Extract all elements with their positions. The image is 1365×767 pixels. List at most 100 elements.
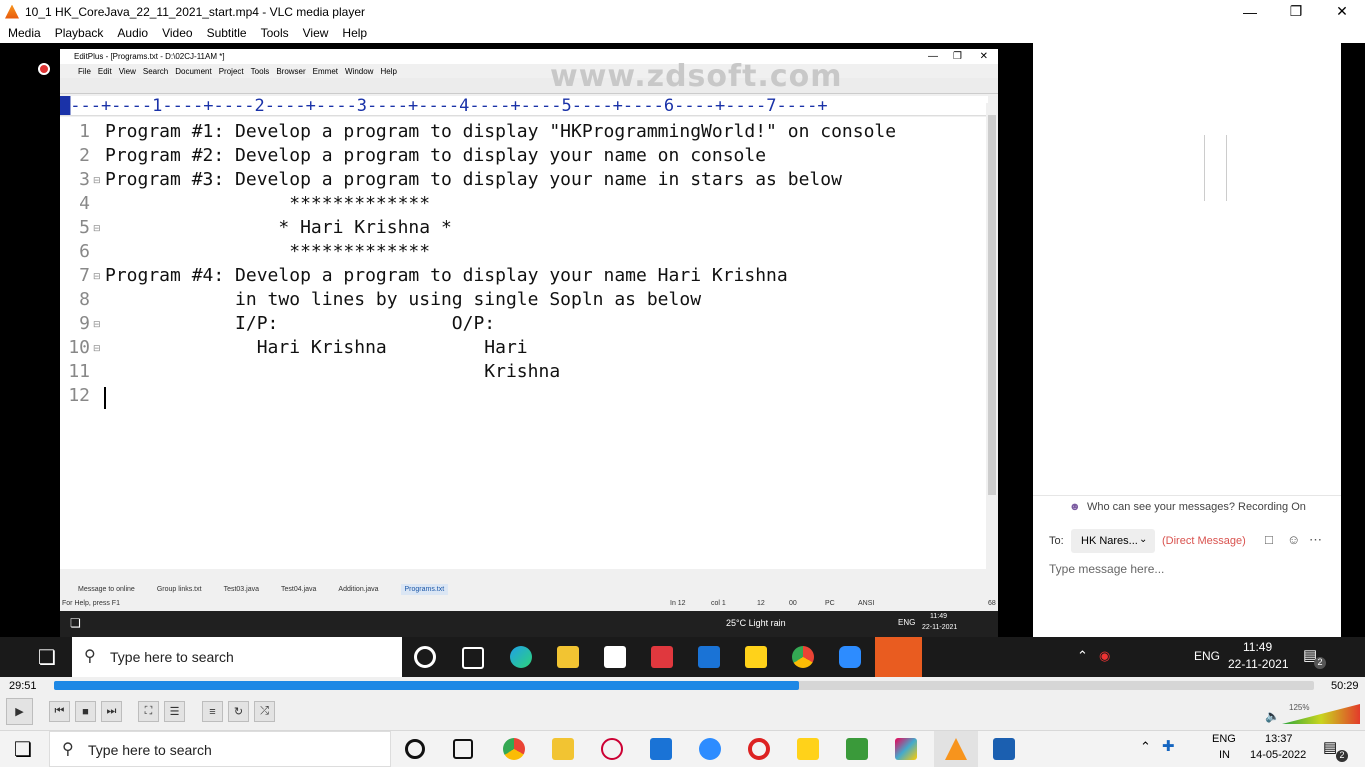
- fold-marker-icon[interactable]: ⊟: [93, 175, 101, 186]
- windows-start-icon[interactable]: ❏: [14, 737, 32, 762]
- text-editor[interactable]: 1 Program #1: Develop a program to displ…: [60, 117, 986, 572]
- document-tabs: Message to online Group links.txt Test03…: [60, 581, 998, 597]
- fold-marker-icon[interactable]: ⊟: [93, 319, 101, 330]
- tab-document[interactable]: Test04.java: [281, 586, 316, 593]
- menu-help[interactable]: Help: [342, 26, 367, 40]
- lang-region[interactable]: IN: [1219, 749, 1230, 761]
- windows-start-icon: ❏: [70, 616, 81, 630]
- menu-video[interactable]: Video: [162, 26, 192, 40]
- status-value: 68: [988, 600, 996, 607]
- chat-panel: ☻ Who can see your messages? Recording O…: [1033, 43, 1341, 637]
- fold-marker-icon[interactable]: ⊟: [93, 343, 101, 354]
- sticky-notes-icon[interactable]: [797, 738, 819, 760]
- chevron-down-icon: ⌄: [1139, 534, 1148, 545]
- ep-menu-window[interactable]: Window: [345, 67, 373, 76]
- recorder-icon[interactable]: [748, 738, 770, 760]
- editor-vertical-scrollbar[interactable]: [986, 103, 998, 573]
- app-icon[interactable]: [895, 738, 917, 760]
- line-number: 5: [79, 217, 90, 238]
- status-value: 12: [757, 600, 765, 607]
- fold-marker-icon[interactable]: ⊟: [93, 223, 101, 234]
- tab-document[interactable]: Message to online: [78, 586, 135, 593]
- ep-menu-search[interactable]: Search: [143, 67, 168, 76]
- ep-restore-icon[interactable]: ❐: [953, 51, 962, 62]
- fullscreen-button[interactable]: ⛶: [138, 701, 159, 722]
- ep-minimize-icon[interactable]: —: [928, 51, 938, 62]
- tab-document-active[interactable]: Programs.txt: [400, 583, 449, 595]
- ep-menu-project[interactable]: Project: [219, 67, 244, 76]
- line-number: 11: [68, 361, 90, 382]
- play-button[interactable]: ▶: [6, 698, 33, 725]
- ep-menu-edit[interactable]: Edit: [98, 67, 112, 76]
- menu-playback[interactable]: Playback: [55, 26, 104, 40]
- status-line: In 12: [670, 600, 686, 607]
- ep-close-icon[interactable]: ✕: [980, 51, 988, 62]
- clock-time[interactable]: 13:37: [1265, 733, 1293, 745]
- photos-icon[interactable]: [993, 738, 1015, 760]
- search-box[interactable]: ⚲ Type here to search: [49, 731, 391, 767]
- shuffle-button[interactable]: ⤮: [254, 701, 275, 722]
- editplus-status-bar: For Help, press F1 In 12 col 1 12 00 PC …: [60, 598, 998, 611]
- ep-menu-emmet[interactable]: Emmet: [313, 67, 338, 76]
- tab-document[interactable]: Group links.txt: [157, 586, 202, 593]
- line-number: 8: [79, 289, 90, 310]
- ep-menu-file[interactable]: File: [78, 67, 91, 76]
- text-cursor: [104, 387, 106, 409]
- zoom-icon[interactable]: [699, 738, 721, 760]
- ep-menu-tools[interactable]: Tools: [251, 67, 270, 76]
- video-inner-taskbar: ❏ 25°C Light rain ENG 11:49 22-11-2021: [60, 611, 998, 637]
- minimize-button[interactable]: —: [1227, 0, 1273, 23]
- task-view-icon[interactable]: [453, 739, 473, 759]
- message-input[interactable]: Type message here...: [1049, 562, 1164, 576]
- notification-icon[interactable]: ▤: [1323, 738, 1337, 756]
- file-explorer-icon[interactable]: [552, 738, 574, 760]
- lang-text[interactable]: ENG: [1212, 733, 1236, 745]
- ep-menu-help[interactable]: Help: [380, 67, 396, 76]
- previous-button[interactable]: ⏮: [49, 701, 70, 722]
- stop-button[interactable]: ■: [75, 701, 96, 722]
- tab-document[interactable]: Addition.java: [338, 586, 378, 593]
- editor-horizontal-scrollbar[interactable]: [60, 569, 986, 581]
- store-icon[interactable]: [650, 738, 672, 760]
- editplus-icon[interactable]: [846, 738, 868, 760]
- menu-view[interactable]: View: [303, 26, 329, 40]
- close-button[interactable]: ✕: [1319, 0, 1365, 23]
- menu-tools[interactable]: Tools: [261, 26, 289, 40]
- snipping-tool-icon[interactable]: [601, 738, 623, 760]
- file-icon[interactable]: □: [1265, 532, 1273, 547]
- gift-icon: [651, 646, 673, 668]
- recipient-dropdown[interactable]: HK Nares... ⌄: [1071, 529, 1155, 553]
- active-app-icon: [875, 637, 922, 677]
- code-line: Hari Krishna Hari: [105, 337, 528, 358]
- playlist-button[interactable]: ≡: [202, 701, 223, 722]
- search-icon: ⚲: [62, 741, 74, 758]
- more-icon[interactable]: ⋯: [1309, 532, 1322, 548]
- plus-icon[interactable]: ✚: [1162, 737, 1175, 755]
- chrome-icon[interactable]: [503, 738, 525, 760]
- next-button[interactable]: ⏭: [101, 701, 122, 722]
- tray-chevron-icon[interactable]: ⌃: [1140, 739, 1151, 755]
- extended-settings-button[interactable]: ☰: [164, 701, 185, 722]
- ep-menu-view[interactable]: View: [119, 67, 136, 76]
- cortana-icon[interactable]: [405, 739, 425, 759]
- fold-marker-icon[interactable]: ⊟: [93, 271, 101, 282]
- seek-bar[interactable]: [54, 681, 1314, 690]
- record-indicator-icon: [38, 63, 50, 75]
- recording-note[interactable]: Who can see your messages? Recording On: [1087, 501, 1306, 513]
- ep-menu-browser[interactable]: Browser: [276, 67, 305, 76]
- loop-button[interactable]: ↻: [228, 701, 249, 722]
- restore-button[interactable]: ❐: [1273, 0, 1319, 23]
- os-taskbar: ❏ ⚲ Type here to search ⌃ ✚ ENG IN 13:37…: [0, 730, 1365, 767]
- clock-date[interactable]: 14-05-2022: [1250, 749, 1306, 761]
- menu-media[interactable]: Media: [8, 26, 41, 40]
- editplus-window: EditPlus - [Programs.txt - D:\02CJ-11AM …: [60, 49, 998, 611]
- emoji-icon[interactable]: ☺: [1287, 532, 1300, 547]
- ep-menu-document[interactable]: Document: [175, 67, 211, 76]
- volume-icon[interactable]: 🔈: [1265, 709, 1280, 723]
- vlc-taskbar-button[interactable]: [934, 731, 978, 767]
- menu-audio[interactable]: Audio: [117, 26, 148, 40]
- editplus-toolbar[interactable]: [60, 78, 998, 94]
- video-taskbar: ❏ ⚲ Type here to search ⌃ ◉ ENG 11:49 22…: [0, 637, 1365, 677]
- tab-document[interactable]: Test03.java: [224, 586, 259, 593]
- menu-subtitle[interactable]: Subtitle: [207, 26, 247, 40]
